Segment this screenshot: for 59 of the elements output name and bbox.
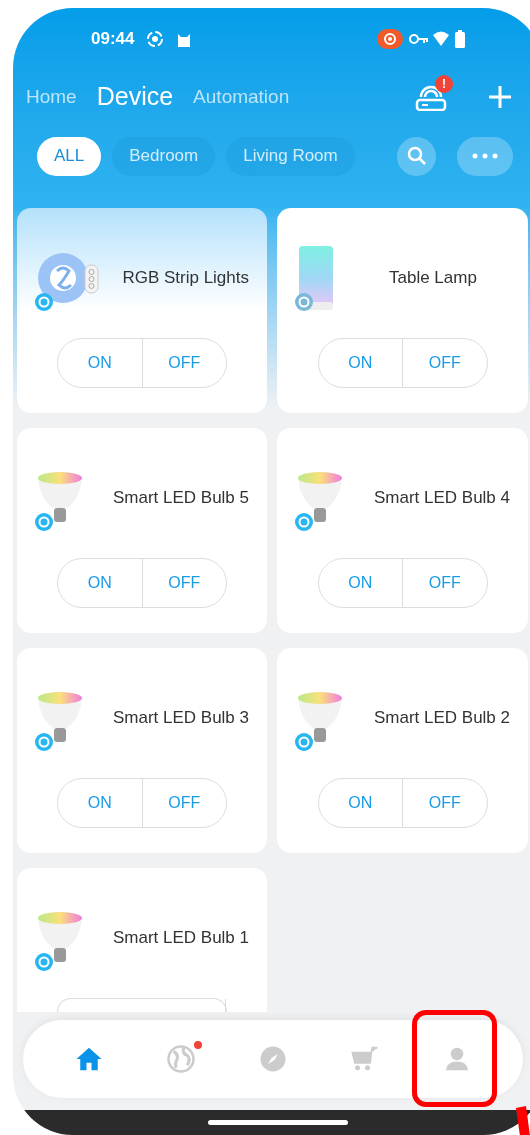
device-card[interactable]: Smart LED Bulb 4 ON OFF xyxy=(277,428,528,633)
voice-assistant-badge-icon xyxy=(35,513,53,531)
voice-assistant-badge-icon xyxy=(35,293,53,311)
add-icon[interactable] xyxy=(487,84,513,110)
on-button[interactable]: ON xyxy=(318,559,403,607)
on-button[interactable]: ON xyxy=(58,339,143,387)
off-button[interactable]: OFF xyxy=(142,559,226,607)
pointer-mark xyxy=(516,1106,530,1135)
device-name: Smart LED Bulb 4 xyxy=(373,487,510,510)
device-card[interactable]: Smart LED Bulb 2 ON OFF xyxy=(277,648,528,853)
filter-chip[interactable]: ALL xyxy=(37,136,102,176)
device-name: Smart LED Bulb 3 xyxy=(112,707,249,730)
on-button[interactable]: ON xyxy=(58,559,143,607)
top-tab[interactable]: Automation xyxy=(193,82,290,112)
top-tab[interactable]: Home xyxy=(26,82,77,112)
key-icon xyxy=(409,33,429,45)
voice-assistant-badge-icon xyxy=(35,953,53,971)
voice-assistant-badge-icon xyxy=(35,733,53,751)
on-off-toggle[interactable]: ON OFF xyxy=(57,338,227,388)
device-name: Table Lamp xyxy=(389,267,477,290)
voice-assistant-badge-icon xyxy=(295,513,313,531)
wifi-icon xyxy=(433,31,451,47)
on-button[interactable]: ON xyxy=(318,339,403,387)
hub-icon[interactable] xyxy=(415,83,447,111)
globe-icon[interactable] xyxy=(166,1044,196,1074)
search-icon xyxy=(406,146,427,166)
device-card[interactable]: Smart LED Bulb 1 xyxy=(17,868,267,1012)
voice-assistant-badge-icon xyxy=(295,293,313,311)
off-button[interactable]: OFF xyxy=(403,339,487,387)
search-button[interactable] xyxy=(397,136,436,176)
top-tab[interactable]: Device xyxy=(96,78,174,116)
device-card[interactable]: RGB Strip Lights ON OFF xyxy=(17,208,267,413)
more-button[interactable] xyxy=(457,136,513,176)
device-card[interactable]: Smart LED Bulb 5 ON OFF xyxy=(17,428,267,633)
on-button[interactable]: ON xyxy=(58,779,143,827)
device-name: Smart LED Bulb 5 xyxy=(112,487,249,510)
screen-record-icon xyxy=(377,29,403,49)
filter-chip[interactable]: Bedroom xyxy=(112,136,216,176)
on-off-toggle[interactable]: ON OFF xyxy=(57,778,227,828)
record-icon xyxy=(146,30,165,48)
off-button[interactable]: OFF xyxy=(142,339,226,387)
alert-badge: ! xyxy=(435,75,453,93)
device-name: RGB Strip Lights xyxy=(122,267,249,290)
off-button[interactable]: OFF xyxy=(142,779,226,827)
compass-icon[interactable] xyxy=(258,1044,288,1074)
device-card[interactable]: Table Lamp ON OFF xyxy=(277,208,528,413)
device-name: Smart LED Bulb 2 xyxy=(373,707,510,730)
cat-icon xyxy=(176,31,193,47)
voice-assistant-badge-icon xyxy=(295,733,313,751)
device-name: Smart LED Bulb 1 xyxy=(112,927,249,950)
more-icon xyxy=(472,153,498,159)
on-off-toggle[interactable]: ON OFF xyxy=(57,558,227,608)
status-time: 09:44 xyxy=(91,28,135,51)
off-button[interactable]: OFF xyxy=(403,559,487,607)
device-card[interactable]: Smart LED Bulb 3 ON OFF xyxy=(17,648,267,853)
off-button[interactable]: OFF xyxy=(403,779,487,827)
on-button[interactable]: ON xyxy=(318,779,403,827)
filter-chip[interactable]: Living Room xyxy=(226,136,355,176)
battery-icon xyxy=(455,30,465,48)
